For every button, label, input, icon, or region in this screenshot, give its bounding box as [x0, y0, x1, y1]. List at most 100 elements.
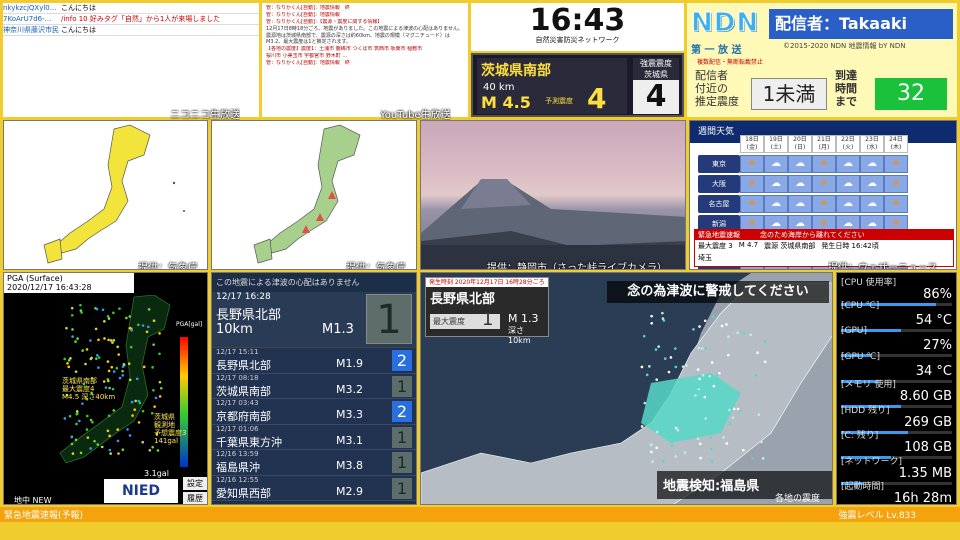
quake-rows: 12/17 15:11 長野県北部 M1.9 2 12/17 08:18 茨城県南部 M3.…: [212, 348, 416, 501]
weather-date: 19日(土): [764, 135, 788, 153]
pga-header: PGA (Surface) 2020/12/17 16:43:28: [4, 273, 134, 293]
chat-message: /info 10 好みタグ「自然」から1人が来場しました: [61, 15, 221, 23]
system-monitor: [CPU 使用率] 86% [CPU ℃] 54 °C [GPU] 27% [GPU ℃] 3…: [836, 272, 957, 505]
weather-icon: ☁: [764, 175, 788, 193]
status-right: 強震レベル Lv.833: [838, 511, 916, 521]
pga-map: PGA (Surface) 2020/12/17 16:43:28 PGA[ga…: [3, 272, 208, 505]
quake-date: 12/16 12:55: [216, 475, 259, 484]
quake-mag: M3.8: [336, 459, 363, 472]
weather-dates: 18日(金) 19日(土) 20日(日) 21日(月) 22日(火) 23日(水) 24日(…: [740, 135, 952, 153]
alert-header: 緊急地震速報 念のため海岸から離れてください: [695, 230, 953, 240]
youtube-chat-panel: 管：なりかくん[自動]：地震情報 終 管：なりかくん[自動]：地震情報 管：なり…: [262, 3, 468, 117]
camera-landscape: [421, 179, 685, 269]
stat-value: 16h 28m: [893, 491, 952, 505]
quake-area: 愛知県西部: [216, 486, 271, 500]
quake-mag: M2.9: [336, 484, 363, 498]
weather-city: 大阪: [698, 175, 740, 193]
quake-date: 12/17 03:43: [216, 399, 259, 407]
broadcaster-header: 配信者：Takaaki: [769, 9, 953, 39]
clock-time: 16:43: [529, 3, 626, 38]
pga-station: 茨城県 観測地 予想震度3 141gal: [154, 413, 187, 445]
alert-details: 最大震度 3 M 4.7 震源 茨城県南部 発生日時 16:42頃: [695, 240, 953, 252]
weather-date: 24日(木): [884, 135, 908, 153]
yt-line-3: 管：なりかくん[自動]：【震源・震度に関する情報】: [266, 19, 383, 25]
quake-area: 長野県北部: [430, 292, 496, 307]
yt-body: 12月17日8時18分ごろ、地震がありました。この地震による津波の心配はありませ…: [266, 26, 463, 45]
quake-mag: M1.9: [336, 357, 363, 370]
local-intensity-value: 1未満: [751, 78, 827, 110]
alert-title: 緊急地震速報: [698, 231, 740, 239]
weather-icon: ☀: [884, 175, 908, 193]
weather-date: 23日(水): [860, 135, 884, 153]
ndn-copyright: ©2015-2020 NDN 地震情報 bY NDN: [783, 42, 906, 50]
latest-quake: 12/17 16:28 長野県北部 10km M1.3 1: [212, 292, 416, 348]
japan-map-1: [43, 124, 185, 264]
quake-time: 発生時刻 2020年12月17日 16時28分ごろ: [426, 278, 548, 287]
youtube-label: YouTube生放送: [380, 110, 451, 121]
eew-local-intensity: 4: [645, 79, 667, 114]
yt-line-2: 管：なりかくん[自動]：地震情報: [266, 12, 340, 18]
weather-date: 20日(日): [788, 135, 812, 153]
alert-mag: M 4.7: [738, 241, 759, 249]
weather-icon: ☁: [788, 175, 812, 193]
weather-icon: ☀: [740, 195, 764, 213]
eew-predicted-intensity: 4: [587, 82, 607, 115]
stat-item: [CPU 使用率] 86%: [837, 273, 956, 306]
latest-quake-depth: 10km: [216, 322, 253, 337]
chat-user[interactable]: nkykzcjQXyl0...: [3, 3, 61, 13]
pga-history-button[interactable]: 履歴: [183, 492, 207, 504]
quake-si-value: 1: [482, 309, 494, 330]
status-bar: 緊急地震速報(予報) 強震レベル Lv.833: [0, 507, 960, 522]
quake-row[interactable]: 12/17 15:11 長野県北部 M1.9 2: [212, 348, 416, 374]
status-left: 緊急地震速報(予報): [4, 511, 84, 521]
pga-settings-button[interactable]: 設定: [183, 477, 207, 490]
eew-predicted-label: 予測震度: [545, 97, 573, 105]
intensity-map-2: 提供：気象庁: [211, 120, 417, 270]
ndn-logo: NDN: [690, 8, 760, 39]
quake-row[interactable]: 12/17 03:43 京都府南部 M3.3 2: [212, 399, 416, 425]
eew-local: 強震震度 茨城県 4: [633, 58, 679, 114]
chat-message: こんにちは: [61, 4, 96, 12]
quake-info-card: 発生時刻 2020年12月17日 16時28分ごろ 長野県北部 最大震度 1 M…: [425, 277, 549, 345]
quake-mag: M 1.3: [508, 312, 539, 325]
weather-icon: ☀: [812, 195, 836, 213]
quake-mag: M3.1: [336, 433, 363, 447]
weather-icon: ☀: [884, 195, 908, 213]
weather-date: 18日(金): [740, 135, 764, 153]
quake-area: 千葉県東方沖: [216, 435, 282, 449]
quake-row[interactable]: 12/16 13:59 福島県沖 M3.8 1: [212, 450, 416, 476]
map2-credit: 提供：気象庁: [346, 263, 406, 270]
pga-title: PGA (Surface): [7, 274, 63, 283]
eew-panel: 茨城県南部 40 km M 4.5 予測震度 4 強震震度 茨城県 4: [471, 53, 684, 117]
weather-row: 名古屋 ☀ ☁ ☁ ☀ ☁ ☁ ☀: [698, 195, 952, 213]
quake-intensity: 2: [392, 350, 412, 371]
quake-depth: 深さ 10km: [508, 326, 531, 345]
latest-quake-date: 12/17 16:28: [216, 292, 271, 302]
yt-line-6: 管：なりかくん[自動]：地震情報 終: [266, 59, 350, 66]
eew-main: 茨城県南部 40 km M 4.5 予測震度 4: [477, 58, 627, 115]
quake-date: 12/17 01:06: [216, 424, 259, 433]
chat-user[interactable]: 7KoArU7d6-...: [3, 14, 61, 24]
detection-sub: 各地の震度: [775, 494, 821, 504]
quake-date: 12/16 13:59: [216, 450, 259, 458]
weather-credit: 提供：ウェザーニュース: [828, 263, 938, 270]
ndn-notice: 複数配信・無断転載禁止: [697, 59, 764, 66]
stat-label: [CPU 使用率]: [841, 278, 897, 288]
weather-icon: ☀: [884, 155, 908, 173]
quake-intensity: 2: [392, 401, 412, 422]
quake-row[interactable]: 12/16 12:55 愛知県西部 M2.9 1: [212, 475, 416, 501]
pga-source: 地中 NEW: [14, 496, 52, 505]
quake-mag: M3.3: [336, 408, 363, 421]
quake-row[interactable]: 12/17 08:18 茨城県南部 M3.2 1: [212, 373, 416, 399]
arrival-seconds: 32: [875, 78, 947, 110]
alert-area: 震源 茨城県南部: [764, 242, 816, 250]
weather-city: 東京: [698, 155, 740, 173]
quake-area: 長野県北部: [216, 359, 271, 372]
weather-row: 大阪 ☀ ☁ ☁ ☀ ☁ ☁ ☀: [698, 175, 952, 193]
chat-user[interactable]: 神奈川県藤沢市民: [3, 25, 61, 35]
quake-intensity: 1: [392, 426, 412, 448]
weather-date: 21日(月): [812, 135, 836, 153]
quake-detail-map: 発生時刻 2020年12月17日 16時28分ごろ 長野県北部 最大震度 1 M…: [420, 272, 833, 505]
weather-icon: ☁: [788, 195, 812, 213]
quake-row[interactable]: 12/17 01:06 千葉県東方沖 M3.1 1: [212, 424, 416, 450]
